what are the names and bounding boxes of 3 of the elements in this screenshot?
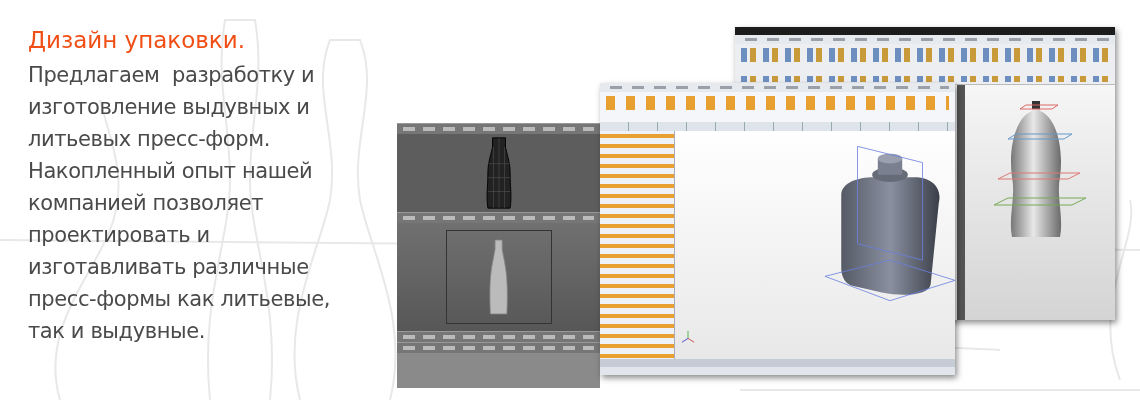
- headline: Дизайн упаковки.: [28, 26, 246, 55]
- axis-triad-icon: [681, 330, 695, 343]
- description-text: Предлагаем разработку и изготовление выдувных и литьевых пресс-форм. Накопленный опыт нашей компанией позволяет проектировать и изготавливать различные пресс-формы как литьевые, так и выдувные.: [28, 62, 331, 345]
